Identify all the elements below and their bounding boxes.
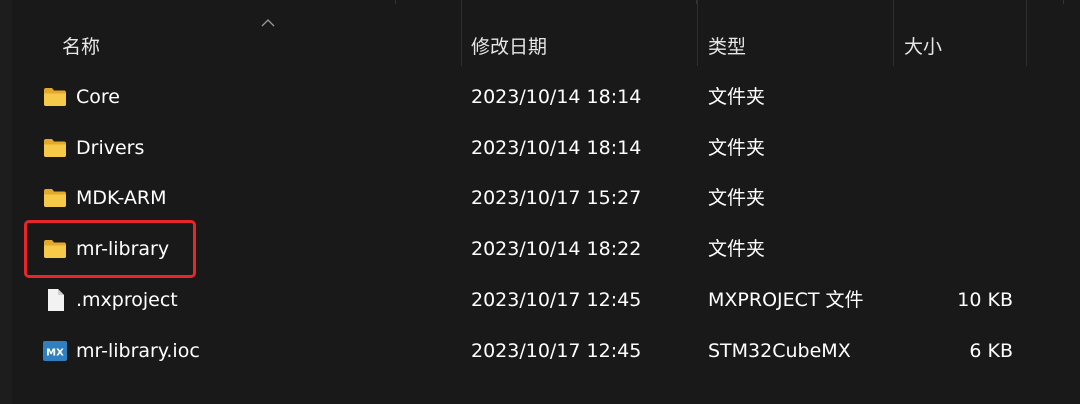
column-header-size[interactable]: 大小 [894, 0, 1027, 66]
file-row[interactable]: Core 2023/10/14 18:14 文件夹 [0, 72, 1080, 122]
modified-date: 2023/10/17 12:45 [471, 289, 642, 311]
file-size [900, 224, 1013, 274]
modified-date: 2023/10/14 18:14 [471, 137, 642, 159]
column-date-label: 修改日期 [471, 36, 548, 58]
column-header: 名称 修改日期 类型 大小 [0, 0, 1080, 66]
file-type: 文件夹 [708, 238, 766, 260]
file-type: STM32CubeMX [708, 340, 851, 362]
file-row[interactable]: Drivers 2023/10/14 18:14 文件夹 [0, 123, 1080, 173]
file-row[interactable]: mr-library 2023/10/14 18:22 文件夹 [0, 224, 1080, 274]
modified-date: 2023/10/17 12:45 [471, 340, 642, 362]
file-name: MDK-ARM [76, 187, 167, 209]
modified-date: 2023/10/14 18:22 [471, 238, 642, 260]
file-name: mr-library [76, 238, 170, 260]
folder-icon [44, 139, 66, 157]
file-name: mr-library.ioc [76, 340, 200, 362]
file-name: .mxproject [76, 289, 178, 311]
folder-icon [44, 189, 66, 207]
column-size-label: 大小 [904, 36, 943, 58]
chevron-up-icon[interactable] [260, 16, 276, 28]
file-type: 文件夹 [708, 187, 766, 209]
file-row[interactable]: MDK-ARM 2023/10/17 15:27 文件夹 [0, 173, 1080, 223]
file-explorer: 名称 修改日期 类型 大小 Core 2023/10/14 18:14 文件夹 [0, 0, 1080, 404]
file-type: 文件夹 [708, 86, 766, 108]
mx-badge-text: MX [46, 348, 64, 359]
file-size [900, 123, 1013, 173]
file-icon [48, 289, 64, 311]
file-type: MXPROJECT 文件 [708, 289, 864, 311]
file-row[interactable]: MX mr-library.ioc 2023/10/17 12:45 STM32… [0, 326, 1080, 376]
column-header-date[interactable]: 修改日期 [462, 0, 698, 66]
column-header-type[interactable]: 类型 [698, 0, 894, 66]
folder-icon [44, 240, 66, 258]
file-name: Core [76, 86, 120, 108]
file-size: 10 KB [957, 289, 1013, 311]
file-name: Drivers [76, 137, 145, 159]
column-type-label: 类型 [708, 36, 747, 58]
stm32cubemx-icon: MX [43, 341, 67, 361]
file-size [900, 173, 1013, 223]
column-header-name[interactable]: 名称 [12, 0, 462, 66]
file-size: 6 KB [969, 340, 1013, 362]
file-size [900, 72, 1013, 122]
file-type: 文件夹 [708, 137, 766, 159]
file-row[interactable]: .mxproject 2023/10/17 12:45 MXPROJECT 文件… [0, 275, 1080, 325]
modified-date: 2023/10/14 18:14 [471, 86, 642, 108]
modified-date: 2023/10/17 15:27 [471, 187, 642, 209]
column-name-label: 名称 [62, 36, 101, 58]
folder-icon [44, 88, 66, 106]
